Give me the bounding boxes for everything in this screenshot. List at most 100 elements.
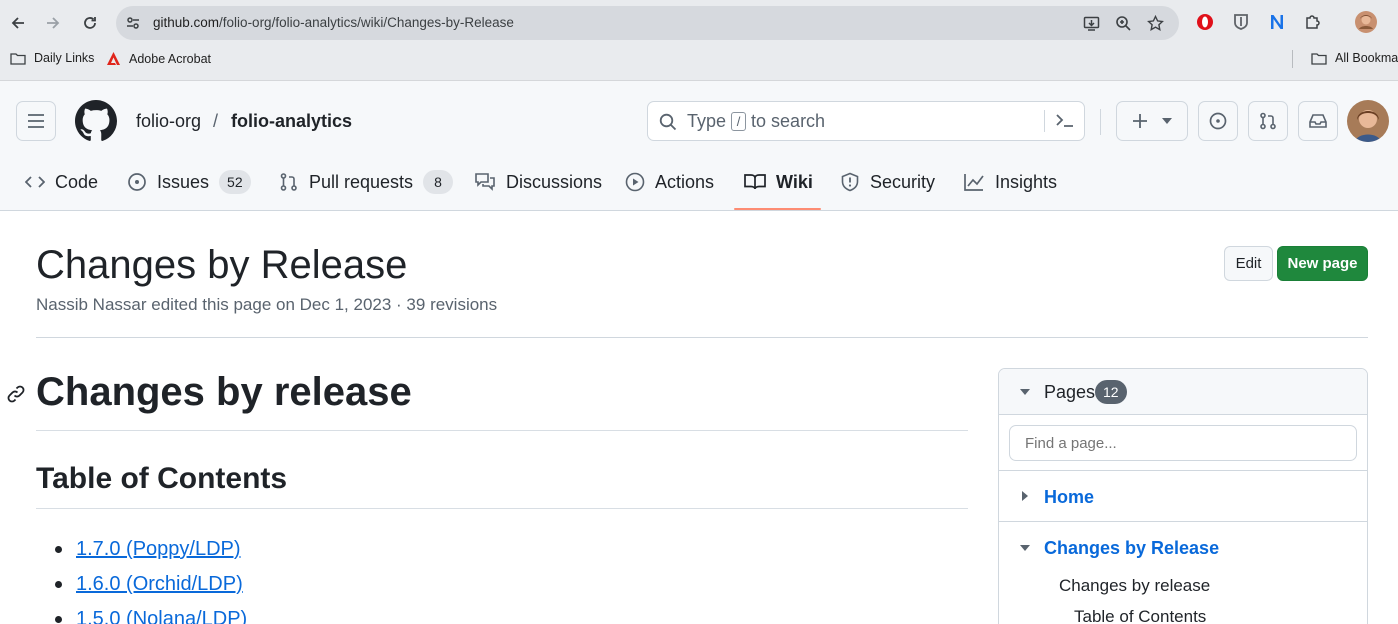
search-divider — [1044, 110, 1045, 132]
issue-opened-icon — [1209, 112, 1227, 130]
sidebar-subitem-changes-by-release[interactable]: Changes by release — [1059, 576, 1210, 596]
browser-chrome: github.com/folio-org/folio-analytics/wik… — [0, 0, 1398, 81]
search-input[interactable]: Type / to search — [647, 101, 1085, 141]
github-header: folio-org / folio-analytics Type / to se… — [0, 81, 1398, 211]
repo-link[interactable]: folio-analytics — [231, 111, 352, 132]
tab-actions[interactable]: Actions — [625, 169, 714, 195]
pages-header[interactable]: Pages 12 — [999, 369, 1367, 415]
pull-requests-count-badge: 8 — [423, 170, 454, 194]
header-divider — [1100, 109, 1101, 135]
search-placeholder: Type / to search — [687, 111, 826, 131]
page-meta: Nassib Nassar edited this page on Dec 1,… — [36, 295, 498, 314]
tab-issues[interactable]: Issues 52 — [127, 169, 251, 195]
plus-icon — [1133, 114, 1147, 128]
shield-icon — [841, 172, 859, 192]
toc-link[interactable]: 1.5.0 (Nolana/LDP) — [76, 602, 247, 624]
header-divider — [36, 337, 1368, 338]
heading-rule — [36, 430, 968, 431]
create-new-button[interactable] — [1116, 101, 1188, 141]
list-item: 1.5.0 (Nolana/LDP) — [55, 602, 247, 624]
chevron-down-icon — [1162, 118, 1172, 124]
folder-icon — [10, 52, 26, 65]
tab-code[interactable]: Code — [25, 169, 98, 195]
book-icon — [744, 174, 766, 190]
page-filter-area — [999, 415, 1367, 471]
bullet — [55, 616, 62, 623]
list-item: 1.7.0 (Poppy/LDP) — [55, 532, 247, 567]
tab-insights[interactable]: Insights — [963, 169, 1057, 195]
content-heading: Changes by release — [36, 370, 412, 414]
n-extension-icon[interactable] — [1266, 11, 1288, 33]
issues-button[interactable] — [1198, 101, 1238, 141]
extensions-puzzle-icon[interactable] — [1302, 11, 1324, 33]
user-avatar[interactable] — [1347, 100, 1389, 142]
search-key-hint: / — [731, 112, 747, 131]
install-app-icon[interactable] — [1081, 13, 1101, 33]
pages-count-badge: 12 — [1095, 380, 1127, 404]
sidebar-item-label: Changes by Release — [1044, 538, 1220, 558]
toc-link[interactable]: 1.6.0 (Orchid/LDP) — [76, 567, 243, 602]
active-tab-underline — [734, 208, 821, 210]
issue-opened-icon — [128, 173, 146, 191]
bookmark-divider — [1292, 50, 1293, 68]
bullet — [55, 581, 62, 588]
toc-rule — [36, 508, 968, 509]
code-icon — [25, 176, 45, 188]
git-pull-request-icon — [280, 173, 297, 191]
opera-extension-icon[interactable] — [1194, 11, 1216, 33]
folder-icon — [1311, 52, 1327, 65]
list-item: 1.6.0 (Orchid/LDP) — [55, 567, 247, 602]
search-icon — [659, 113, 677, 131]
pull-requests-button[interactable] — [1248, 101, 1288, 141]
hamburger-icon — [28, 114, 44, 128]
bookmark-adobe-acrobat[interactable]: Adobe Acrobat — [106, 51, 211, 66]
owner-link[interactable]: folio-org — [136, 111, 201, 132]
tab-discussions[interactable]: Discussions — [474, 169, 602, 195]
inbox-button[interactable] — [1298, 101, 1338, 141]
address-bar[interactable]: github.com/folio-org/folio-analytics/wik… — [116, 6, 1179, 40]
play-icon — [625, 172, 645, 192]
toc-list: 1.7.0 (Poppy/LDP) 1.6.0 (Orchid/LDP) 1.5… — [55, 532, 247, 624]
inbox-icon — [1309, 114, 1327, 128]
comment-discussion-icon — [475, 173, 495, 191]
site-info-icon[interactable] — [123, 13, 143, 33]
triangle-right-icon — [1022, 491, 1028, 501]
triangle-down-icon — [1020, 389, 1030, 395]
tab-security[interactable]: Security — [840, 169, 935, 195]
triangle-down-icon — [1020, 545, 1030, 551]
issues-count-badge: 52 — [219, 170, 251, 194]
pages-label: Pages — [1044, 382, 1096, 402]
adobe-acrobat-icon — [107, 52, 120, 65]
sidebar-item-label: Home — [1044, 487, 1095, 507]
pages-sidebar: Pages 12 Home Changes by Release Changes… — [998, 368, 1368, 624]
sidebar-item-changes-by-release[interactable]: Changes by Release Changes by release Ta… — [999, 522, 1367, 624]
git-pull-request-icon — [1260, 112, 1276, 130]
tab-wiki[interactable]: Wiki — [744, 169, 813, 195]
new-page-button[interactable]: New page — [1277, 246, 1368, 281]
toc-heading: Table of Contents — [36, 462, 288, 495]
sidebar-subitem-table-of-contents[interactable]: Table of Contents — [1074, 607, 1206, 624]
menu-button[interactable] — [16, 101, 56, 141]
bookmark-star-icon[interactable] — [1145, 13, 1165, 33]
back-icon[interactable] — [6, 11, 30, 35]
breadcrumb-separator: / — [213, 111, 219, 131]
graph-icon — [964, 174, 984, 191]
url-text: github.com/folio-org/folio-analytics/wik… — [153, 15, 514, 30]
anchor-link-icon[interactable] — [6, 384, 26, 404]
github-logo-icon[interactable] — [75, 100, 117, 142]
reload-icon[interactable] — [78, 11, 102, 35]
zoom-icon[interactable] — [1113, 13, 1133, 33]
profile-avatar-icon[interactable] — [1355, 11, 1377, 33]
sidebar-item-home[interactable]: Home — [999, 471, 1367, 522]
all-bookmarks[interactable]: All Bookmar — [1311, 51, 1398, 65]
bookmark-daily-links[interactable]: Daily Links — [10, 51, 94, 65]
forward-icon[interactable] — [41, 11, 65, 35]
tab-pull-requests[interactable]: Pull requests 8 — [279, 169, 454, 195]
command-palette-icon[interactable] — [1055, 112, 1075, 130]
edit-button[interactable]: Edit — [1224, 246, 1273, 281]
toc-link[interactable]: 1.7.0 (Poppy/LDP) — [76, 532, 241, 567]
find-page-input[interactable] — [1009, 425, 1357, 461]
page-title: Changes by Release — [36, 243, 408, 287]
bullet — [55, 546, 62, 553]
bitwarden-extension-icon[interactable] — [1230, 11, 1252, 33]
